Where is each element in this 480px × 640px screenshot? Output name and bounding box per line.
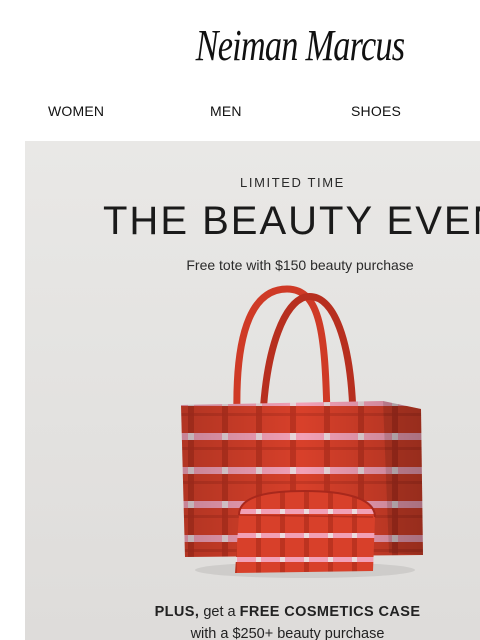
hero-subline: Free tote with $150 beauty purchase — [186, 257, 414, 273]
main-nav: WOMEN MEN SHOES — [0, 103, 480, 123]
nav-item-men[interactable]: MEN — [210, 103, 242, 119]
hero-promo: PLUS, get a FREE COSMETICS CASE with a $… — [25, 601, 480, 640]
promo-get-a: get a — [203, 604, 236, 620]
plaid-tote-and-cosmetics-case-image — [181, 285, 423, 578]
hero-kicker: LIMITED TIME — [240, 175, 345, 190]
promo-plus: PLUS, — [154, 604, 200, 620]
neiman-marcus-logo[interactable]: Neiman Marcus — [66, 20, 480, 71]
hero-banner[interactable]: LIMITED TIME THE BEAUTY EVENT Free tote … — [25, 141, 480, 640]
hero-headline: THE BEAUTY EVENT — [103, 199, 480, 243]
promo-condition: with a $250+ beauty purchase — [190, 626, 385, 640]
promo-offer: FREE COSMETICS CASE — [239, 604, 421, 620]
nav-item-shoes[interactable]: SHOES — [351, 103, 401, 119]
nav-item-women[interactable]: WOMEN — [48, 103, 104, 119]
